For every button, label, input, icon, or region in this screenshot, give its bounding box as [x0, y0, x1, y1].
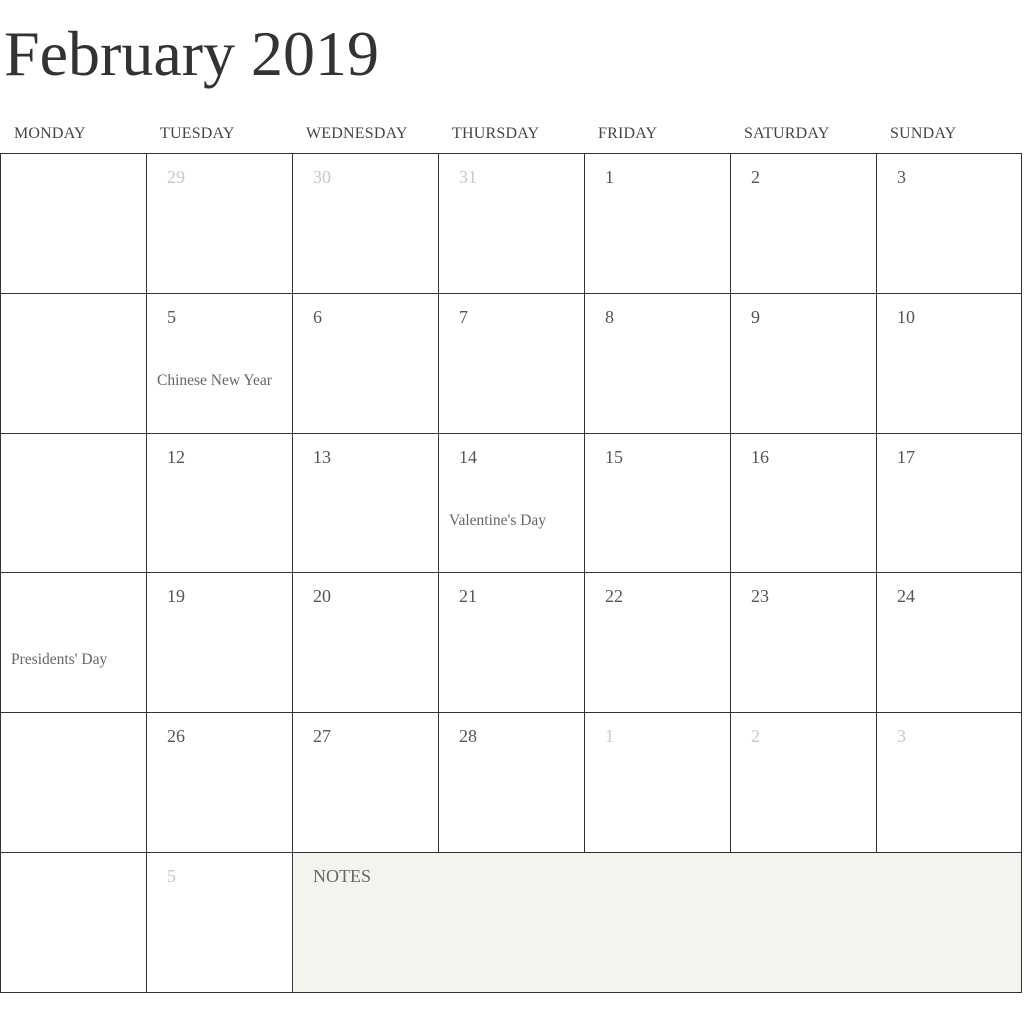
day-number: 20 — [313, 586, 331, 607]
day-cell[interactable] — [0, 852, 146, 992]
day-cell[interactable]: 7 — [438, 292, 584, 433]
holiday-label: Valentine's Day — [449, 511, 547, 529]
day-cell[interactable]: 16 — [730, 432, 876, 573]
day-cell[interactable]: 24 — [876, 572, 1022, 713]
weekday-header-monday: MONDAY — [14, 125, 86, 142]
day-cell[interactable]: 5 Chinese New Year — [146, 292, 292, 433]
day-number: 30 — [313, 167, 331, 187]
day-cell[interactable] — [0, 292, 146, 433]
day-cell[interactable]: 13 — [292, 432, 438, 573]
day-cell[interactable]: 5 — [146, 852, 292, 992]
day-number: 17 — [897, 446, 915, 467]
holiday-label: Presidents' Day — [11, 651, 108, 669]
holiday-label: Chinese New Year — [157, 371, 272, 389]
day-number: 21 — [459, 586, 477, 607]
weekday-header-saturday: SATURDAY — [744, 125, 830, 142]
day-cell[interactable] — [0, 153, 146, 293]
notes-label: NOTES — [313, 866, 371, 886]
day-number: 16 — [751, 446, 769, 467]
day-cell[interactable]: 1 — [584, 153, 730, 293]
day-number: 6 — [313, 306, 322, 327]
day-number: 5 — [167, 866, 176, 886]
day-cell[interactable]: 17 — [876, 432, 1022, 573]
weekday-header-wednesday: WEDNESDAY — [306, 125, 408, 142]
day-number: 24 — [897, 586, 915, 607]
day-number: 28 — [459, 726, 477, 747]
day-number: 9 — [751, 306, 760, 327]
day-number: 2 — [751, 167, 760, 187]
page-title: February 2019 — [4, 18, 380, 89]
day-number: 15 — [605, 446, 623, 467]
day-cell[interactable]: 2 — [730, 153, 876, 293]
day-cell[interactable]: 14 Valentine's Day — [438, 432, 584, 573]
day-number: 2 — [751, 726, 760, 747]
weekday-header-thursday: THURSDAY — [452, 125, 540, 142]
day-cell[interactable] — [0, 432, 146, 573]
day-cell[interactable]: 6 — [292, 292, 438, 433]
day-number: 5 — [167, 306, 176, 327]
day-cell[interactable]: 10 — [876, 292, 1022, 433]
day-number: 29 — [167, 167, 185, 187]
day-cell[interactable]: 20 — [292, 572, 438, 713]
day-cell[interactable]: 2 — [730, 712, 876, 852]
day-cell[interactable]: 21 — [438, 572, 584, 713]
day-number: 31 — [459, 167, 477, 187]
day-cell[interactable]: 30 — [292, 153, 438, 293]
day-number: 13 — [313, 446, 331, 467]
day-cell[interactable]: 23 — [730, 572, 876, 713]
day-number: 22 — [605, 586, 623, 607]
weekday-header-tuesday: TUESDAY — [160, 125, 235, 142]
day-number: 12 — [167, 446, 185, 467]
day-cell[interactable]: 3 — [876, 712, 1022, 852]
day-cell[interactable]: 8 — [584, 292, 730, 433]
day-number: 1 — [605, 167, 614, 187]
day-number: 3 — [897, 726, 906, 747]
day-cell[interactable]: 9 — [730, 292, 876, 433]
day-number: 23 — [751, 586, 769, 607]
day-cell[interactable]: 27 — [292, 712, 438, 852]
day-cell[interactable]: 3 — [876, 153, 1022, 293]
day-number: 3 — [897, 167, 906, 187]
weekday-header-friday: FRIDAY — [598, 125, 658, 142]
day-cell[interactable]: 19 — [146, 572, 292, 713]
day-number: 14 — [459, 446, 477, 467]
day-number: 10 — [897, 306, 915, 327]
day-cell[interactable]: 12 — [146, 432, 292, 573]
grid-bottom-border — [0, 992, 1022, 993]
day-cell[interactable]: 15 — [584, 432, 730, 573]
day-cell[interactable] — [0, 712, 146, 852]
notes-area[interactable]: NOTES — [292, 852, 1022, 992]
day-cell[interactable]: 29 — [146, 153, 292, 293]
day-cell[interactable]: 22 — [584, 572, 730, 713]
day-cell[interactable]: 28 — [438, 712, 584, 852]
day-number: 7 — [459, 306, 468, 327]
day-cell[interactable]: 26 — [146, 712, 292, 852]
day-number: 1 — [605, 726, 614, 747]
day-number: 26 — [167, 726, 185, 747]
day-cell[interactable]: 1 — [584, 712, 730, 852]
weekday-header-sunday: SUNDAY — [890, 125, 957, 142]
day-cell[interactable]: 31 — [438, 153, 584, 293]
day-number: 27 — [313, 726, 331, 747]
day-number: 8 — [605, 306, 614, 327]
day-cell[interactable]: Presidents' Day — [0, 572, 146, 713]
day-number: 19 — [167, 586, 185, 607]
